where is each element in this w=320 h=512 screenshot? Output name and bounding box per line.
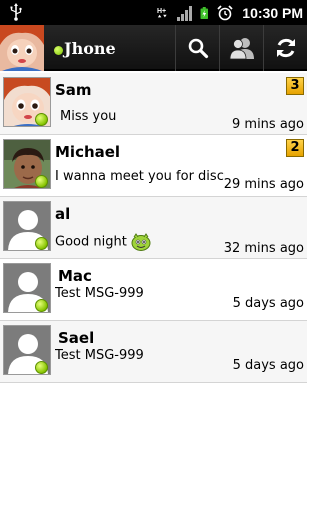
last-message: Test MSG-999 (55, 286, 144, 301)
refresh-icon (276, 38, 295, 58)
conversation-item-mac[interactable]: Mac Test MSG-999 5 days ago (0, 259, 307, 321)
smiley-emoji-icon (131, 233, 151, 251)
contact-name: Mac (58, 267, 92, 285)
message-time: 5 days ago (232, 358, 304, 373)
search-button[interactable] (175, 25, 219, 71)
online-status-icon (35, 361, 48, 374)
signal-icon (177, 5, 193, 21)
conversation-item-sael[interactable]: Sael Test MSG-999 5 days ago (0, 321, 307, 383)
message-time: 32 mins ago (223, 241, 304, 256)
online-status-icon (35, 175, 48, 188)
network-label: H+ (157, 8, 166, 15)
my-username: Jhone (64, 39, 116, 58)
alarm-icon (217, 4, 233, 20)
status-bar: H+ 10:30 PM (0, 0, 307, 25)
last-message: Miss you (60, 109, 117, 124)
contact-name: Sam (55, 81, 92, 99)
clock-time: 10:30 PM (242, 4, 303, 21)
last-message: Good night (55, 233, 225, 251)
conversation-item-al[interactable]: al Good night 32 mins ago (0, 197, 307, 259)
my-online-status-icon (54, 46, 63, 55)
app-header: Jhone (0, 25, 307, 71)
usb-icon (10, 3, 22, 21)
last-message: I wanna meet you for discus (55, 169, 225, 184)
contact-name: Sael (58, 329, 95, 347)
refresh-button[interactable] (263, 25, 307, 71)
message-time: 29 mins ago (223, 177, 304, 192)
contact-name: al (55, 205, 71, 223)
conversation-item-michael[interactable]: Michael I wanna meet you for discus 29 m… (0, 135, 307, 197)
unread-count-badge: 3 (286, 77, 304, 95)
my-avatar[interactable] (0, 25, 44, 71)
last-message-text: Good night (55, 234, 127, 250)
online-status-icon (35, 113, 48, 126)
message-time: 5 days ago (232, 296, 304, 311)
online-status-icon (35, 237, 48, 250)
conversation-item-sam[interactable]: Sam Miss you 9 mins ago 3 (0, 73, 307, 135)
contacts-button[interactable] (219, 25, 263, 71)
contacts-icon (229, 38, 254, 60)
unread-count-badge: 2 (286, 139, 304, 157)
battery-charging-icon (200, 6, 209, 19)
search-icon (188, 38, 208, 59)
message-time: 9 mins ago (232, 117, 304, 132)
last-message: Test MSG-999 (55, 348, 144, 363)
network-type-icon: H+ (157, 8, 167, 17)
contact-name: Michael (55, 143, 121, 161)
online-status-icon (35, 299, 48, 312)
